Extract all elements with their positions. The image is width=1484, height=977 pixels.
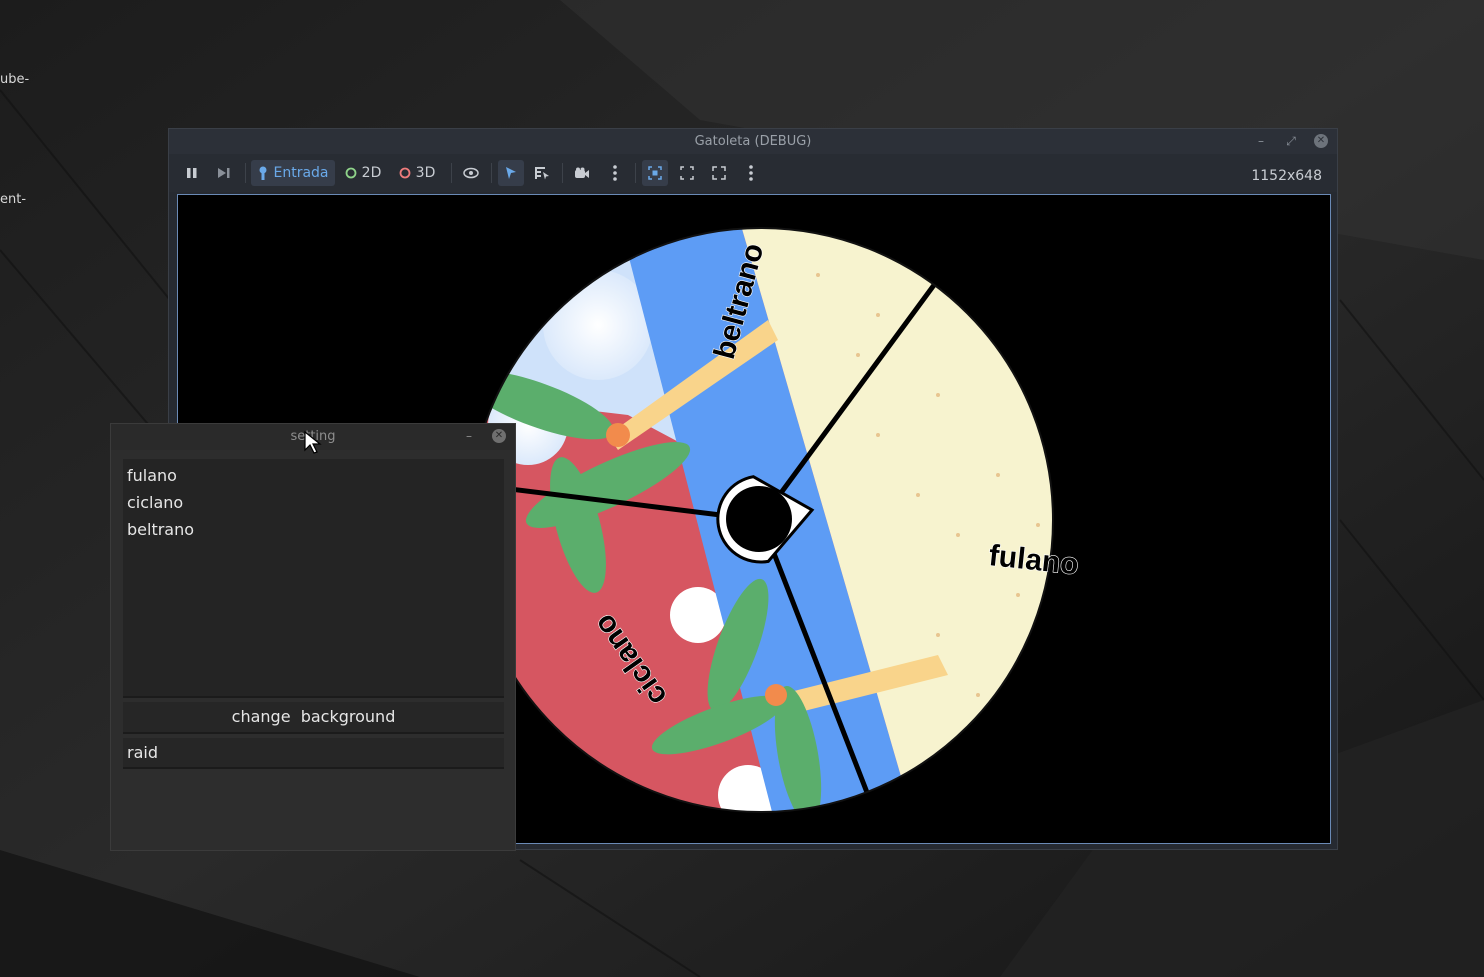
desktop-icon-label[interactable]: ent- [0,192,26,207]
embed-focus-icon [648,166,662,180]
resolution-readout: 1152x648 [1251,168,1322,184]
camera-options-button[interactable] [605,160,625,186]
change-background-button[interactable]: change background [123,702,504,734]
eye-icon [463,167,479,179]
expand-icon [680,166,694,180]
mouse-cursor-icon [304,430,322,454]
visibility-button[interactable] [459,160,483,186]
fullscreen-button[interactable] [707,160,731,186]
input-mode-label: Entrada [273,165,329,181]
raid-input[interactable]: raid [123,738,504,769]
close-icon[interactable]: ✕ [492,429,506,443]
circle-2d-icon [345,167,357,179]
mode-3d-button[interactable]: 3D [395,160,439,186]
maximize-icon[interactable]: ⤢ [1281,129,1301,154]
settings-window: setting – ✕ fulano ciclano beltrano chan… [110,423,516,851]
select-tool-button[interactable] [498,160,524,186]
window-title: Gatoleta (DEBUG) [694,134,812,149]
close-icon[interactable]: ✕ [1314,134,1328,148]
camera-button[interactable] [570,160,594,186]
embed-window-button[interactable] [642,160,668,186]
pause-button[interactable] [181,160,203,186]
kebab-icon [613,165,617,181]
select-arrow-icon [506,167,516,179]
fullscreen-icon [712,166,726,180]
mode-2d-label: 2D [361,165,382,181]
input-mode-button[interactable]: Entrada [251,160,335,186]
kebab-icon [749,165,753,181]
next-frame-icon [218,168,230,178]
camera-icon [575,167,589,178]
minimize-icon[interactable]: – [1251,129,1271,154]
minimize-icon[interactable]: – [459,424,479,449]
debug-toolbar: Entrada 2D 3D 1152x648 [169,154,1337,192]
fit-window-button[interactable] [675,160,699,186]
mode-3d-label: 3D [415,165,436,181]
list-select-button[interactable] [530,160,554,186]
names-textarea[interactable]: fulano ciclano beltrano [123,459,504,698]
window-options-button[interactable] [741,160,761,186]
name-line: ciclano [127,493,184,512]
pause-icon [187,168,197,178]
hand-icon [259,166,267,180]
desktop-icon-label[interactable]: ube- [0,72,29,87]
window-titlebar[interactable]: Gatoleta (DEBUG) – ⤢ ✕ [169,129,1337,154]
circle-3d-icon [399,167,411,179]
next-frame-button[interactable] [213,160,235,186]
name-line: fulano [127,466,177,485]
list-select-icon [535,167,549,180]
name-line: beltrano [127,520,195,539]
mode-2d-button[interactable]: 2D [341,160,385,186]
